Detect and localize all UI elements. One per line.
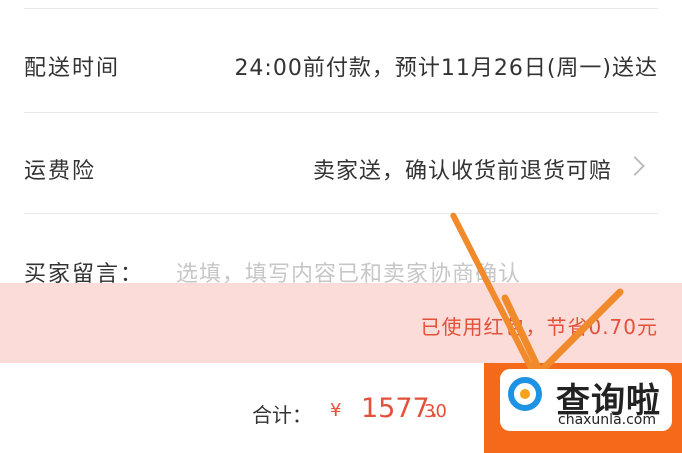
redpacket-bar: 已使用红包，节省0.70元 bbox=[0, 283, 682, 363]
currency-symbol: ¥ bbox=[330, 400, 342, 421]
shipping-insurance-row[interactable]: 运费险 卖家送，确认收货前退货可赔 bbox=[0, 113, 682, 213]
shipping-insurance-label: 运费险 bbox=[24, 159, 97, 184]
watermark-url: chaxunla.com bbox=[558, 412, 656, 428]
divider bbox=[24, 8, 658, 9]
delivery-time-row: 配送时间 24:00前付款，预计11月26日(周一)送达 bbox=[0, 0, 682, 112]
total-label: 合计： bbox=[252, 403, 312, 427]
delivery-time-value: 24:00前付款，预计11月26日(周一)送达 bbox=[234, 56, 658, 81]
watermark-logo: 查询啦 chaxunla.com bbox=[500, 369, 672, 431]
magnifier-icon bbox=[508, 377, 542, 411]
total-amount-decimal: 30 bbox=[424, 401, 447, 422]
chevron-right-icon[interactable] bbox=[625, 156, 645, 176]
shipping-insurance-value: 卖家送，确认收货前退货可赔 bbox=[312, 159, 612, 184]
redpacket-text: 已使用红包，节省0.70元 bbox=[420, 315, 658, 339]
delivery-time-label: 配送时间 bbox=[24, 56, 121, 81]
buyer-message-row[interactable]: 买家留言： 选填，填写内容已和卖家协商确认 bbox=[0, 214, 682, 287]
